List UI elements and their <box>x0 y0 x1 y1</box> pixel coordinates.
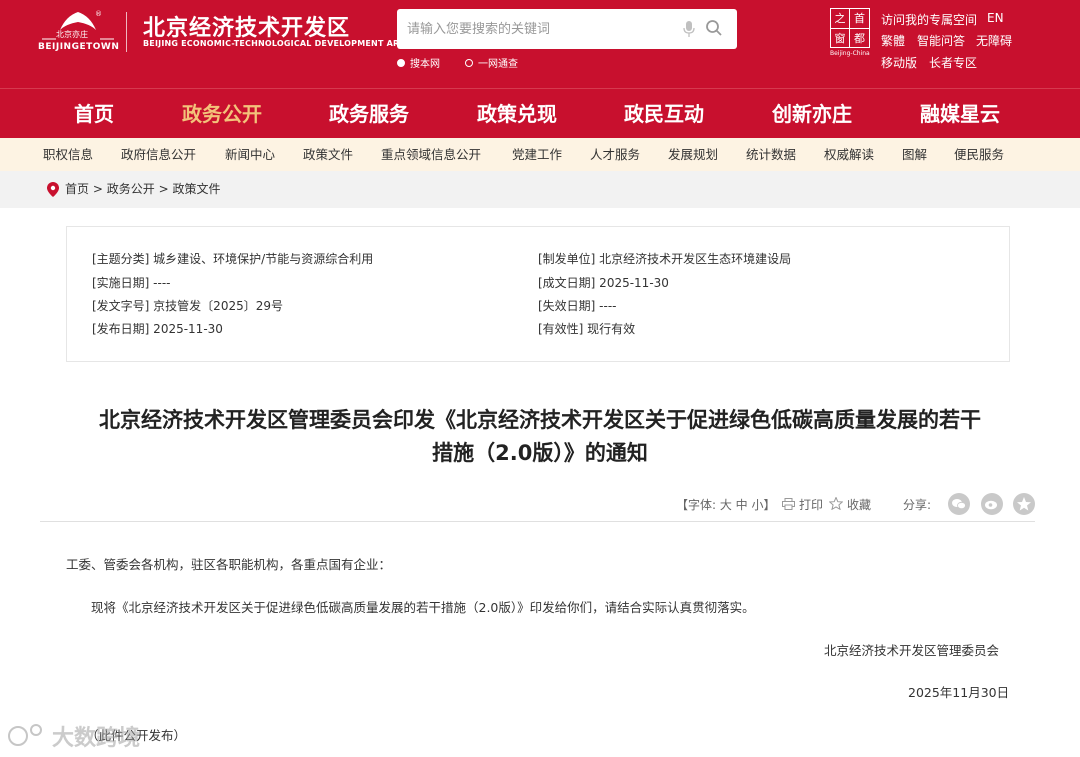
signature: 北京经济技术开发区管理委员会 <box>824 643 1000 658</box>
logo-emblem-text: 北京亦庄 <box>56 30 88 39</box>
scope-option-all[interactable]: 一网通查 <box>465 55 518 70</box>
breadcrumb-home[interactable]: 首页 <box>65 182 89 196</box>
share-label: 分享: <box>903 498 932 512</box>
nav-home[interactable]: 首页 <box>54 89 134 139</box>
breadcrumb-policy-documents[interactable]: 政策文件 <box>172 182 220 196</box>
search-icon[interactable] <box>705 19 723 37</box>
meta-written-date: [成文日期] 2025-11-30 <box>538 276 669 290</box>
meta-category: [主题分类] 城乡建设、环境保护/节能与资源综合利用 <box>92 252 374 266</box>
breadcrumb-trail: 首页 > 政务公开 > 政策文件 <box>65 171 220 208</box>
share-qzone-icon[interactable] <box>1013 493 1035 515</box>
divider <box>40 521 1035 522</box>
meta-expiry-date: [失效日期] ---- <box>538 299 617 313</box>
scope-option-site[interactable]: 搜本网 <box>397 55 440 70</box>
subnav-item[interactable]: 重点领域信息公开 <box>381 138 481 171</box>
favorite-button[interactable]: 收藏 <box>847 496 871 513</box>
nav-public-interaction[interactable]: 政民互动 <box>616 89 712 139</box>
svg-text:®: ® <box>95 10 102 18</box>
traditional-chinese-link[interactable]: 繁體 <box>881 32 905 49</box>
microphone-icon[interactable] <box>683 20 695 38</box>
font-size-selector[interactable]: 【字体: 大 中 小】 <box>676 496 776 513</box>
site-title[interactable]: 北京经济技术开发区 <box>143 10 350 42</box>
main-navigation: 首页 政务公开 政务服务 政策兑现 政民互动 创新亦庄 融媒星云 <box>0 88 1080 138</box>
scope-all-label: 一网通查 <box>478 59 518 70</box>
nav-government-services[interactable]: 政务服务 <box>321 89 417 139</box>
watermark-logo-icon <box>8 724 42 746</box>
breadcrumb-government-affairs[interactable]: 政务公开 <box>107 182 155 196</box>
smart-qa-link[interactable]: 智能问答 <box>917 32 965 49</box>
subnav-item[interactable]: 发展规划 <box>668 138 718 171</box>
meta-effective-date: [实施日期] ---- <box>92 276 171 290</box>
my-space-link[interactable]: 访问我的专属空间 <box>881 11 977 28</box>
subnav-item[interactable]: 人才服务 <box>590 138 640 171</box>
nav-government-affairs[interactable]: 政务公开 <box>174 89 270 139</box>
subnav-item[interactable]: 职权信息 <box>43 138 93 171</box>
print-button[interactable]: 打印 <box>799 496 823 513</box>
meta-issuer: [制发单位] 北京经济技术开发区生态环境建设局 <box>538 252 792 266</box>
english-link[interactable]: EN <box>987 11 1004 25</box>
capital-char: 都 <box>854 32 865 45</box>
radio-unselected-icon <box>465 58 473 67</box>
breadcrumb-separator: > <box>158 182 169 196</box>
logo-town-text: BEIJINGETOWN <box>38 42 120 52</box>
accessibility-link[interactable]: 无障碍 <box>976 32 1012 49</box>
document-title: 北京经济技术开发区管理委员会印发《北京经济技术开发区关于促进绿色低碳高质量发展的… <box>40 404 1040 470</box>
logo-divider <box>126 12 127 52</box>
mobile-version-link[interactable]: 移动版 <box>881 54 917 71</box>
subnav-item[interactable]: 新闻中心 <box>225 138 275 171</box>
document-title-line: 北京经济技术开发区管理委员会印发《北京经济技术开发区关于促进绿色低碳高质量发展的… <box>99 408 981 432</box>
signature-date: 2025年11月30日 <box>908 685 1010 700</box>
capital-char: 之 <box>831 9 850 29</box>
location-pin-icon <box>47 182 59 197</box>
salutation: 工委、管委会各机构，驻区各职能机构，各重点国有企业： <box>66 557 392 572</box>
document-metadata-box: [主题分类] 城乡建设、环境保护/节能与资源综合利用 [制发单位] 北京经济技术… <box>66 226 1010 362</box>
capital-window-subtitle: Beijing-China <box>830 50 870 57</box>
nav-media-cloud[interactable]: 融媒星云 <box>912 89 1008 139</box>
subnav-item[interactable]: 政府信息公开 <box>121 138 196 171</box>
breadcrumb-separator: > <box>92 182 103 196</box>
body-paragraph: 现将《北京经济技术开发区关于促进绿色低碳高质量发展的若干措施（2.0版）》印发给… <box>91 600 755 615</box>
subnav-item[interactable]: 党建工作 <box>512 138 562 171</box>
meta-publish-date: [发布日期] 2025-11-30 <box>92 322 223 336</box>
sub-navigation: 职权信息 政府信息公开 新闻中心 政策文件 重点领域信息公开 党建工作 人才服务… <box>0 138 1080 171</box>
star-icon[interactable] <box>829 497 843 510</box>
share-weibo-icon[interactable] <box>981 493 1003 515</box>
scope-site-label: 搜本网 <box>410 59 440 70</box>
subnav-item[interactable]: 权威解读 <box>824 138 874 171</box>
subnav-item[interactable]: 统计数据 <box>746 138 796 171</box>
capital-char: 窗 <box>831 29 850 48</box>
site-subtitle: BEIJING ECONOMIC-TECHNOLOGICAL DEVELOPME… <box>143 39 412 48</box>
meta-validity: [有效性] 现行有效 <box>538 322 636 336</box>
share-wechat-icon[interactable] <box>948 493 970 515</box>
nav-innovation-yizhuang[interactable]: 创新亦庄 <box>764 89 860 139</box>
nav-policy-redemption[interactable]: 政策兑现 <box>469 89 565 139</box>
print-icon[interactable] <box>782 498 795 510</box>
meta-document-number: [发文字号] 京技管发〔2025〕29号 <box>92 299 283 313</box>
watermark-text: 大数跨境 <box>52 726 141 751</box>
subnav-item[interactable]: 便民服务 <box>954 138 1004 171</box>
subnav-item[interactable]: 政策文件 <box>303 138 353 171</box>
document-title-line: 措施（2.0版）》的通知 <box>432 441 648 465</box>
capital-char: 首 <box>850 9 869 29</box>
capital-window-logo[interactable]: 之 首 窗 都 <box>830 8 870 48</box>
site-header: ® 北京亦庄 BEIJINGETOWN 北京经济技术开发区 BEIJING EC… <box>0 0 1080 88</box>
search-input[interactable] <box>397 9 677 49</box>
subnav-item[interactable]: 图解 <box>902 138 927 171</box>
breadcrumb: 首页 > 政务公开 > 政策文件 <box>0 171 1080 208</box>
radio-selected-icon <box>397 58 405 67</box>
elder-zone-link[interactable]: 长者专区 <box>929 54 977 71</box>
